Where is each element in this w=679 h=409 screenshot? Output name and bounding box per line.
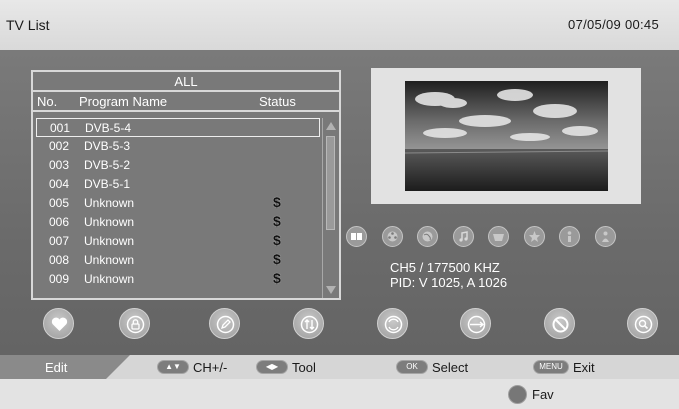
list-item[interactable]: 002 DVB-5-3 (36, 137, 320, 156)
channel-number: 002 (49, 139, 70, 153)
basket-icon[interactable] (488, 226, 509, 247)
page-title: TV List (6, 17, 50, 33)
search-icon[interactable] (627, 308, 658, 339)
channel-name: Unknown (84, 234, 135, 248)
channel-name: Unknown (84, 196, 135, 210)
channel-name: Unknown (84, 215, 135, 229)
lock-icon[interactable] (119, 308, 150, 339)
select-hint: Select (432, 360, 469, 375)
tool-hint: Tool (292, 360, 316, 375)
info-person-icon[interactable] (559, 226, 580, 247)
ch-hint: CH+/- (193, 360, 228, 375)
sort-arrows-icon[interactable] (293, 308, 324, 339)
channel-number: 008 (49, 253, 70, 267)
scrambled-icon: $ (273, 213, 281, 229)
list-item[interactable]: 004 DVB-5-1 (36, 175, 320, 194)
list-item[interactable]: 003 DVB-5-2 (36, 156, 320, 175)
scroll-down-arrow-icon[interactable] (326, 286, 336, 294)
column-status: Status (259, 94, 296, 109)
list-item[interactable]: 006 Unknown $ (36, 213, 320, 232)
main-panel: ALL No. Program Name Status 001 DVB-5-4 00… (0, 50, 679, 355)
fav-hint: Fav (532, 387, 554, 402)
channel-number: 006 (49, 215, 70, 229)
video-preview (371, 68, 641, 204)
action-icon-row (0, 308, 679, 344)
frequency-text: CH5 / 177500 KHZ (390, 260, 500, 275)
landscape-preview-image (405, 81, 608, 191)
star-icon[interactable] (524, 226, 545, 247)
move-icon[interactable] (377, 308, 408, 339)
feature-icon-row (346, 226, 666, 250)
channel-name: DVB-5-2 (84, 158, 131, 172)
edit-label: Edit (45, 360, 68, 375)
channel-name: Unknown (84, 272, 135, 286)
menu-key-icon: MENU (533, 360, 569, 374)
exit-hint: Exit (573, 360, 595, 375)
channel-list: ALL No. Program Name Status 001 DVB-5-4 00… (31, 70, 341, 300)
globe-icon[interactable] (417, 226, 438, 247)
channel-number: 005 (49, 196, 70, 210)
scrambled-icon: $ (273, 194, 281, 210)
channel-number: 001 (50, 121, 71, 135)
left-right-arrows-icon: ◀▶ (256, 360, 288, 374)
skip-icon[interactable] (460, 308, 491, 339)
pencil-icon[interactable] (209, 308, 240, 339)
person-icon[interactable] (595, 226, 616, 247)
channel-name: DVB-5-4 (85, 121, 132, 135)
ok-key-icon: OK (396, 360, 428, 374)
scroll-thumb[interactable] (326, 136, 335, 230)
list-item[interactable]: 007 Unknown $ (36, 232, 320, 251)
scrambled-icon: $ (273, 232, 281, 248)
list-item[interactable]: 008 Unknown $ (36, 251, 320, 270)
scroll-up-arrow-icon[interactable] (326, 122, 336, 130)
fav-color-key-icon (508, 385, 527, 404)
list-item[interactable]: 009 Unknown $ (36, 270, 320, 289)
bottom-bar: Fav (0, 379, 679, 409)
channel-number: 004 (49, 177, 70, 191)
delete-icon[interactable] (544, 308, 575, 339)
column-program-name: Program Name (79, 94, 168, 109)
help-bar: Edit ▲▼ CH+/- ◀▶ Tool OK Select MENU Exi… (0, 355, 679, 379)
scrambled-icon: $ (273, 251, 281, 267)
scrollbar[interactable] (322, 118, 338, 298)
scrambled-icon: $ (273, 270, 281, 286)
list-item[interactable]: 005 Unknown $ (36, 194, 320, 213)
date-time: 07/05/09 00:45 (568, 17, 659, 32)
list-item[interactable]: 001 DVB-5-4 (36, 118, 320, 137)
column-header: No. Program Name Status (33, 92, 339, 112)
channel-name: DVB-5-3 (84, 139, 131, 153)
up-down-arrows-icon: ▲▼ (157, 360, 189, 374)
channel-rows: 001 DVB-5-4 002 DVB-5-3 003 DVB-5-2 004 DVB-5-1… (36, 118, 320, 289)
channel-number: 003 (49, 158, 70, 172)
book-icon[interactable] (346, 226, 367, 247)
channel-name: Unknown (84, 253, 135, 267)
top-bar: TV List 07/05/09 00:45 (0, 0, 679, 50)
edit-tab[interactable]: Edit (0, 355, 130, 379)
channel-number: 009 (49, 272, 70, 286)
channel-name: DVB-5-1 (84, 177, 131, 191)
group-title[interactable]: ALL (33, 72, 339, 92)
pid-text: PID: V 1025, A 1026 (390, 275, 508, 290)
channel-number: 007 (49, 234, 70, 248)
signal-info: CH5 / 177500 KHZ PID: V 1025, A 1026 (390, 260, 507, 290)
heart-icon[interactable] (43, 308, 74, 339)
music-note-icon[interactable] (453, 226, 474, 247)
column-no: No. (37, 94, 58, 109)
film-reel-icon[interactable] (382, 226, 403, 247)
